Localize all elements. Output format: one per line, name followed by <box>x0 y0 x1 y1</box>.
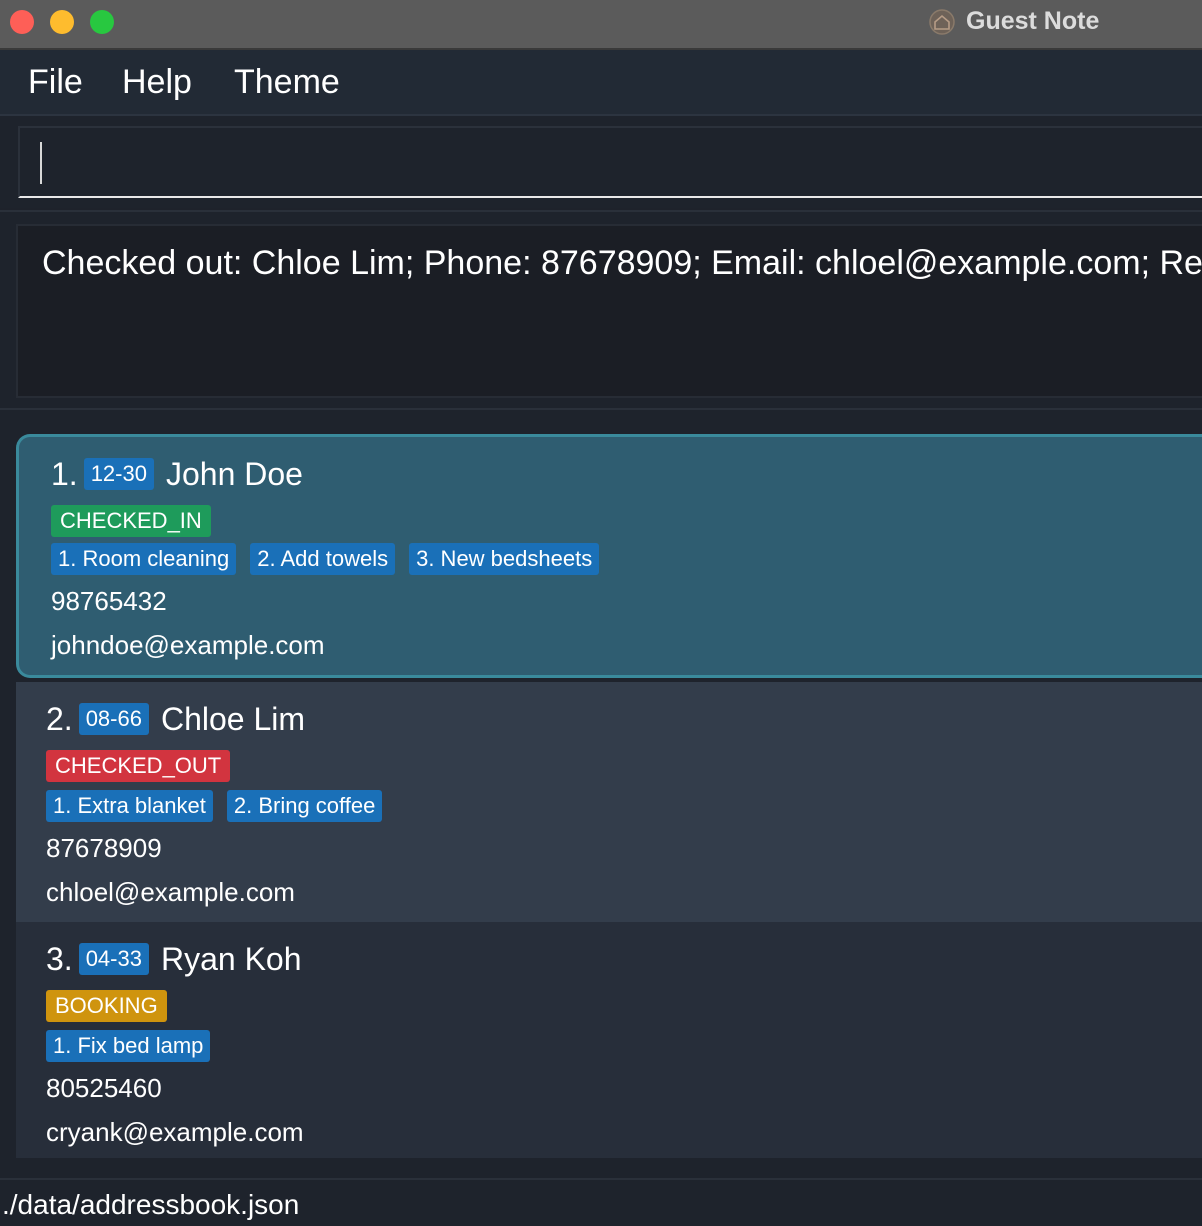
result-display[interactable]: Checked out: Chloe Lim; Phone: 87678909;… <box>16 224 1202 398</box>
request-tag: 1. Fix bed lamp <box>46 1030 211 1062</box>
guest-header: 3. 04-33 Ryan Koh <box>46 936 302 982</box>
result-message: Checked out: Chloe Lim; Phone: 87678909;… <box>42 244 1202 282</box>
guest-phone: 87678909 <box>46 833 162 863</box>
command-box <box>18 126 1202 198</box>
house-icon <box>929 9 955 35</box>
guest-index: 2. <box>46 700 73 737</box>
guest-name: Chloe Lim <box>160 700 306 737</box>
minimize-window-button[interactable] <box>50 10 74 34</box>
command-box-container <box>0 116 1202 208</box>
guest-card[interactable]: 1. 12-30 John Doe CHECKED_IN 1. Room cle… <box>16 434 1202 678</box>
guest-email: johndoe@example.com <box>51 630 325 660</box>
room-tag: 04-33 <box>78 943 149 975</box>
guest-phone: 80525460 <box>46 1073 162 1103</box>
menu-bar: File Help Theme <box>0 50 1202 116</box>
status-badge: BOOKING <box>46 990 167 1022</box>
request-tag: 1. Extra blanket <box>46 790 213 822</box>
guest-card[interactable]: 2. 08-66 Chloe Lim CHECKED_OUT 1. Extra … <box>16 682 1202 922</box>
request-tags: 1. Extra blanket 2. Bring coffee <box>46 790 396 822</box>
guest-list[interactable]: 1. 12-30 John Doe CHECKED_IN 1. Room cle… <box>0 408 1202 1178</box>
save-location: ./data/addressbook.json <box>2 1189 300 1220</box>
guest-name: John Doe <box>165 455 303 492</box>
guest-index: 1. <box>51 455 78 492</box>
menu-file[interactable]: File <box>28 62 83 102</box>
room-tag: 08-66 <box>78 703 149 735</box>
guest-email: chloel@example.com <box>46 877 295 907</box>
window-titlebar: Guest Note <box>0 0 1202 50</box>
command-input[interactable] <box>20 128 1202 196</box>
menu-help[interactable]: Help <box>122 62 192 102</box>
result-display-container: Checked out: Chloe Lim; Phone: 87678909;… <box>0 210 1202 408</box>
zoom-window-button[interactable] <box>90 10 114 34</box>
request-tag: 2. Add towels <box>250 543 396 575</box>
request-tags: 1. Fix bed lamp <box>46 1030 224 1062</box>
guest-card[interactable]: 3. 04-33 Ryan Koh BOOKING 1. Fix bed lam… <box>16 922 1202 1158</box>
request-tags: 1. Room cleaning 2. Add towels 3. New be… <box>51 543 613 575</box>
guest-header: 2. 08-66 Chloe Lim <box>46 696 305 742</box>
menu-theme[interactable]: Theme <box>234 62 340 102</box>
window-title: Guest Note <box>966 7 1100 35</box>
close-window-button[interactable] <box>10 10 34 34</box>
request-tag: 1. Room cleaning <box>51 543 237 575</box>
guest-phone: 98765432 <box>51 586 167 616</box>
status-bar: ./data/addressbook.json <box>0 1178 1202 1226</box>
guest-header: 1. 12-30 John Doe <box>51 451 303 497</box>
status-badge: CHECKED_IN <box>51 505 211 537</box>
guest-name: Ryan Koh <box>160 940 302 977</box>
request-tag: 2. Bring coffee <box>226 790 383 822</box>
room-tag: 12-30 <box>83 458 154 490</box>
guest-email: cryank@example.com <box>46 1117 304 1147</box>
text-caret <box>40 142 42 184</box>
status-badge: CHECKED_OUT <box>46 750 231 782</box>
guest-index: 3. <box>46 940 73 977</box>
request-tag: 3. New bedsheets <box>409 543 600 575</box>
